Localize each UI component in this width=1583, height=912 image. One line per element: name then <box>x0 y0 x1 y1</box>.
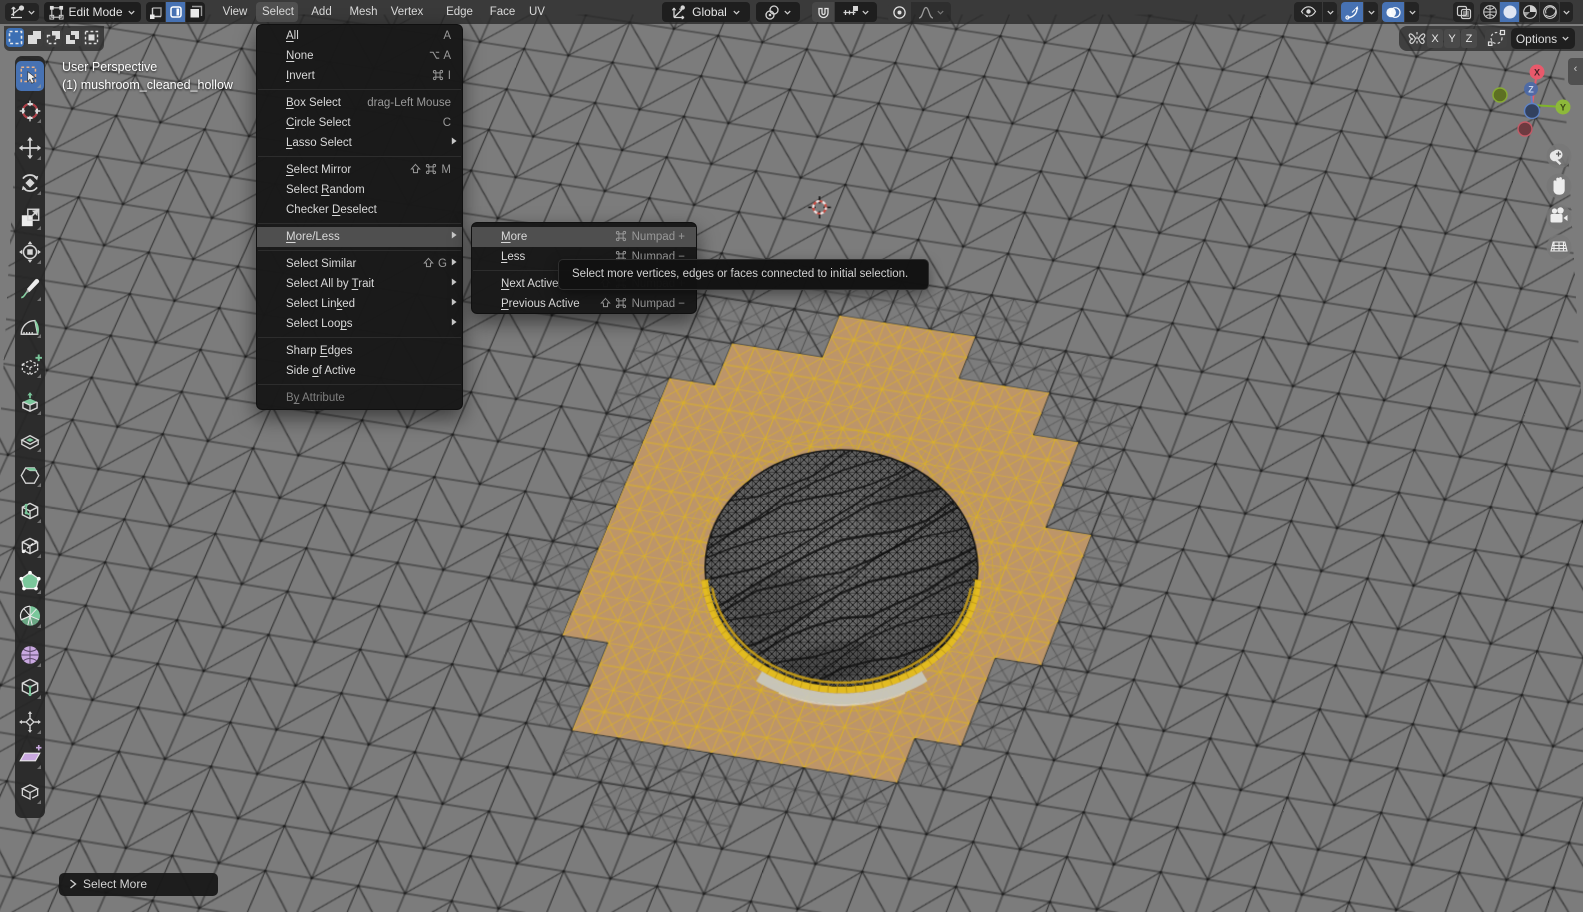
svg-text:X: X <box>1534 68 1540 78</box>
svg-text:Y: Y <box>1560 103 1566 113</box>
svg-text:Z: Z <box>1528 85 1534 95</box>
